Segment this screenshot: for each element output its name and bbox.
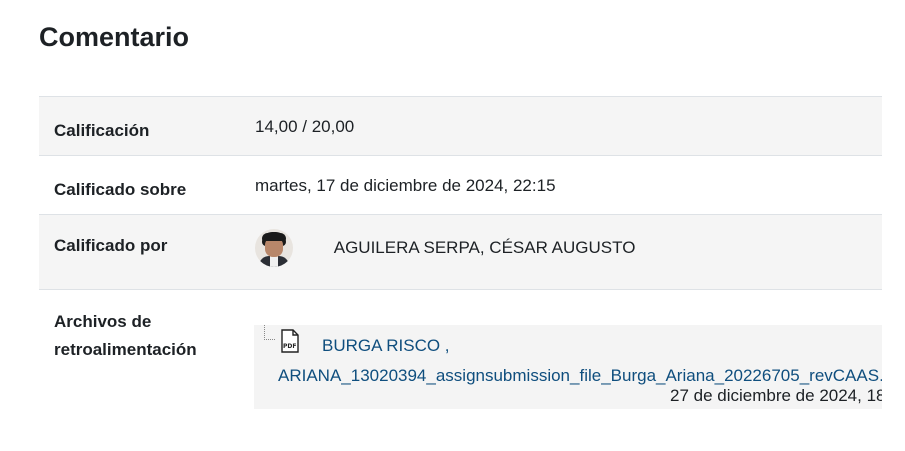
- feedback-file-tree: PDF BURGA RISCO , ARIANA_13020394_assign…: [254, 325, 882, 409]
- table-row: Calificado sobre martes, 17 de diciembre…: [39, 155, 882, 215]
- feedback-file-link[interactable]: BURGA RISCO , ARIANA_13020394_assignsubm…: [278, 331, 882, 391]
- grade-label: Calificación: [39, 96, 240, 156]
- feedback-files-label: Archivos de retroalimentación: [39, 289, 240, 436]
- table-row: Calificado por AGUILERA SERPA, CÉSAR AUG…: [39, 214, 882, 290]
- graded-by-label: Calificado por: [39, 214, 240, 290]
- file-date: 27 de diciembre de 2024, 18: [670, 386, 882, 405]
- table-row: Archivos de retroalimentación PDF BURGA …: [39, 289, 882, 436]
- grader-name: AGUILERA SERPA, CÉSAR AUGUSTO: [333, 238, 636, 257]
- graded-on-value: martes, 17 de diciembre de 2024, 22:15: [240, 155, 882, 215]
- graded-on-label: Calificado sobre: [39, 155, 240, 215]
- section-title: Comentario: [39, 22, 190, 52]
- grader-avatar[interactable]: [255, 229, 293, 267]
- table-row: Calificación 14,00 / 20,00: [39, 96, 882, 156]
- grade-value: 14,00 / 20,00: [240, 96, 882, 156]
- feedback-table: Calificación 14,00 / 20,00 Calificado so…: [39, 96, 882, 436]
- tree-connector: [264, 325, 275, 340]
